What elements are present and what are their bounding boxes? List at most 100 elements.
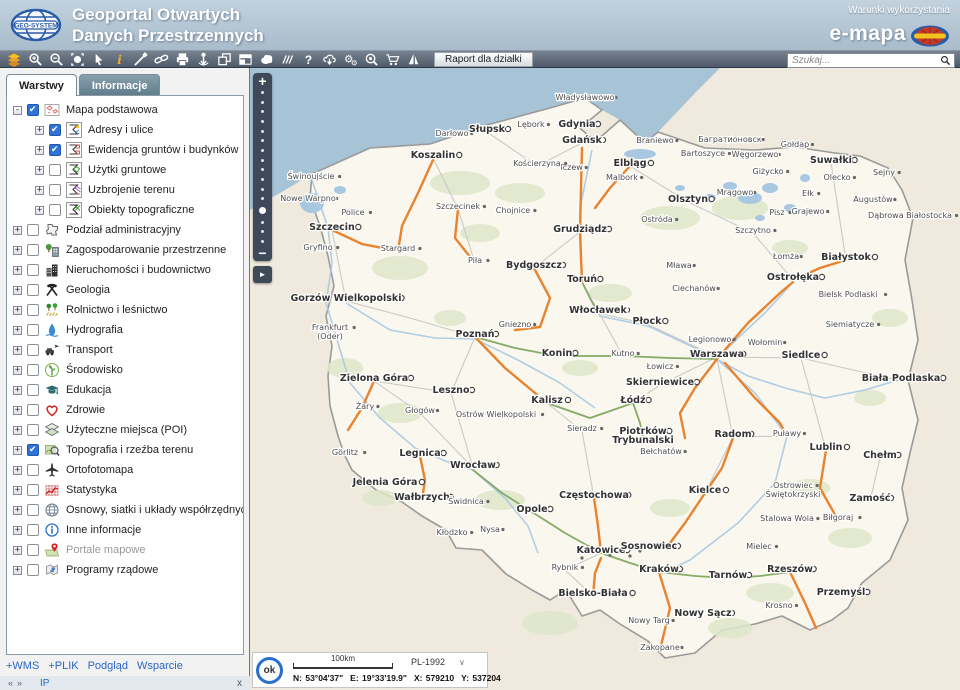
zoom-level-dot[interactable] bbox=[261, 197, 264, 200]
expand-node-button[interactable]: + bbox=[13, 346, 22, 355]
expand-node-button[interactable]: + bbox=[13, 446, 22, 455]
drop-info-icon[interactable] bbox=[193, 51, 214, 68]
terms-link[interactable]: Warunki wykorzystania bbox=[848, 5, 950, 16]
select-area-icon[interactable] bbox=[67, 51, 88, 68]
layer-label[interactable]: Adresy i ulice bbox=[88, 124, 153, 136]
layer-label[interactable]: Mapa podstawowa bbox=[66, 104, 158, 116]
panel-toggle-button[interactable]: ► bbox=[253, 266, 272, 283]
projection-select[interactable]: PL-1992∨ bbox=[411, 657, 465, 667]
zoom-level-dot[interactable] bbox=[261, 149, 264, 152]
layer-checkbox[interactable] bbox=[27, 224, 39, 236]
expand-node-button[interactable]: + bbox=[13, 266, 22, 275]
zoom-level-dot[interactable] bbox=[261, 101, 264, 104]
zoom-level-dot[interactable] bbox=[261, 130, 264, 133]
footer-link-wms[interactable]: +WMS bbox=[6, 660, 39, 672]
zoom-level-dot[interactable] bbox=[261, 230, 264, 233]
zoom-level-dot[interactable] bbox=[261, 240, 264, 243]
zoom-in-button[interactable]: + bbox=[258, 73, 266, 89]
preview-icon[interactable] bbox=[361, 51, 382, 68]
tab-informacje[interactable]: Informacje bbox=[79, 74, 161, 96]
search-input[interactable] bbox=[788, 54, 940, 67]
layer-checkbox[interactable] bbox=[49, 184, 61, 196]
ok-button[interactable]: ok bbox=[256, 657, 283, 684]
layer-label[interactable]: Użytki gruntowe bbox=[88, 164, 166, 176]
layer-checkbox[interactable] bbox=[27, 264, 39, 276]
search-icon[interactable] bbox=[940, 55, 951, 66]
info-icon[interactable]: i bbox=[109, 51, 130, 68]
layer-label[interactable]: Edukacja bbox=[66, 384, 111, 396]
expand-node-button[interactable]: + bbox=[13, 566, 22, 575]
layer-label[interactable]: Użyteczne miejsca (POI) bbox=[66, 424, 187, 436]
expand-node-button[interactable]: + bbox=[13, 226, 22, 235]
zoom-level-current[interactable] bbox=[259, 207, 266, 214]
zoom-level-dot[interactable] bbox=[261, 91, 264, 94]
expand-node-button[interactable]: + bbox=[35, 206, 44, 215]
layer-checkbox[interactable] bbox=[27, 504, 39, 516]
zoom-out-icon[interactable] bbox=[46, 51, 67, 68]
ip-link[interactable]: IP bbox=[40, 678, 49, 689]
zoom-level-dot[interactable] bbox=[261, 168, 264, 171]
layer-label[interactable]: Programy rządowe bbox=[66, 564, 158, 576]
footer-link-wsparcie[interactable]: Wsparcie bbox=[137, 660, 183, 672]
expand-node-button[interactable]: + bbox=[13, 286, 22, 295]
expand-node-button[interactable]: + bbox=[13, 546, 22, 555]
layer-label[interactable]: Środowisko bbox=[66, 364, 123, 376]
footer-link-plik[interactable]: +PLIK bbox=[48, 660, 78, 672]
layer-checkbox[interactable] bbox=[27, 304, 39, 316]
expand-node-button[interactable]: + bbox=[13, 326, 22, 335]
layer-label[interactable]: Statystyka bbox=[66, 484, 117, 496]
expand-node-button[interactable]: + bbox=[13, 246, 22, 255]
layer-label[interactable]: Rolnictwo i leśnictwo bbox=[66, 304, 167, 316]
print-icon[interactable] bbox=[172, 51, 193, 68]
layer-checkbox[interactable] bbox=[27, 244, 39, 256]
layer-checkbox[interactable] bbox=[49, 164, 61, 176]
layer-label[interactable]: Topografia i rzeźba terenu bbox=[66, 444, 193, 456]
expand-node-button[interactable]: + bbox=[35, 186, 44, 195]
expand-node-button[interactable]: + bbox=[13, 406, 22, 415]
expand-node-button[interactable]: + bbox=[13, 306, 22, 315]
layer-checkbox[interactable] bbox=[27, 564, 39, 576]
layer-label[interactable]: Osnowy, siatki i układy współrzędnych bbox=[66, 504, 244, 516]
layer-label[interactable]: Zagospodarowanie przestrzenne bbox=[66, 244, 226, 256]
map-canvas[interactable]: ŚwinoujścieNowe WarpnoPoliceSzczecinStar… bbox=[250, 68, 960, 690]
layer-checkbox[interactable] bbox=[49, 144, 61, 156]
cart-icon[interactable] bbox=[382, 51, 403, 68]
layout-panels-icon[interactable] bbox=[235, 51, 256, 68]
layer-label[interactable]: Obiekty topograficzne bbox=[88, 204, 194, 216]
layer-checkbox[interactable] bbox=[27, 464, 39, 476]
tab-warstwy[interactable]: Warstwy bbox=[6, 74, 77, 96]
settings-icon[interactable]: ⚙⚙ bbox=[340, 51, 361, 68]
layer-label[interactable]: Geologia bbox=[66, 284, 110, 296]
draw-line-icon[interactable] bbox=[130, 51, 151, 68]
expand-node-button[interactable]: + bbox=[13, 526, 22, 535]
layer-checkbox[interactable] bbox=[27, 284, 39, 296]
layer-checkbox[interactable] bbox=[27, 364, 39, 376]
layer-checkbox[interactable] bbox=[49, 124, 61, 136]
layer-label[interactable]: Nieruchomości i budownictwo bbox=[66, 264, 211, 276]
layer-label[interactable]: Zdrowie bbox=[66, 404, 105, 416]
zoom-level-slider[interactable] bbox=[259, 89, 266, 245]
help-icon[interactable]: ? bbox=[298, 51, 319, 68]
expand-node-button[interactable]: + bbox=[13, 386, 22, 395]
layer-label[interactable]: Portale mapowe bbox=[66, 544, 146, 556]
expand-node-button[interactable]: + bbox=[13, 366, 22, 375]
cloud-download-icon[interactable] bbox=[319, 51, 340, 68]
cursor-icon[interactable] bbox=[88, 51, 109, 68]
zoom-level-dot[interactable] bbox=[261, 178, 264, 181]
zoom-level-dot[interactable] bbox=[261, 188, 264, 191]
expand-node-button[interactable]: + bbox=[13, 486, 22, 495]
zoom-level-dot[interactable] bbox=[261, 139, 264, 142]
layer-checkbox[interactable] bbox=[27, 104, 39, 116]
layer-label[interactable]: Ortofotomapa bbox=[66, 464, 133, 476]
expand-node-button[interactable]: + bbox=[35, 146, 44, 155]
expand-node-button[interactable]: + bbox=[13, 506, 22, 515]
zoom-level-dot[interactable] bbox=[261, 110, 264, 113]
layer-label[interactable]: Uzbrojenie terenu bbox=[88, 184, 175, 196]
collapse-node-button[interactable]: - bbox=[13, 106, 22, 115]
pager-prev-button[interactable]: « bbox=[8, 678, 13, 688]
expand-node-button[interactable]: + bbox=[13, 426, 22, 435]
expand-node-button[interactable]: + bbox=[35, 126, 44, 135]
zoom-level-dot[interactable] bbox=[261, 159, 264, 162]
layer-checkbox[interactable] bbox=[27, 344, 39, 356]
expand-node-button[interactable]: + bbox=[35, 166, 44, 175]
